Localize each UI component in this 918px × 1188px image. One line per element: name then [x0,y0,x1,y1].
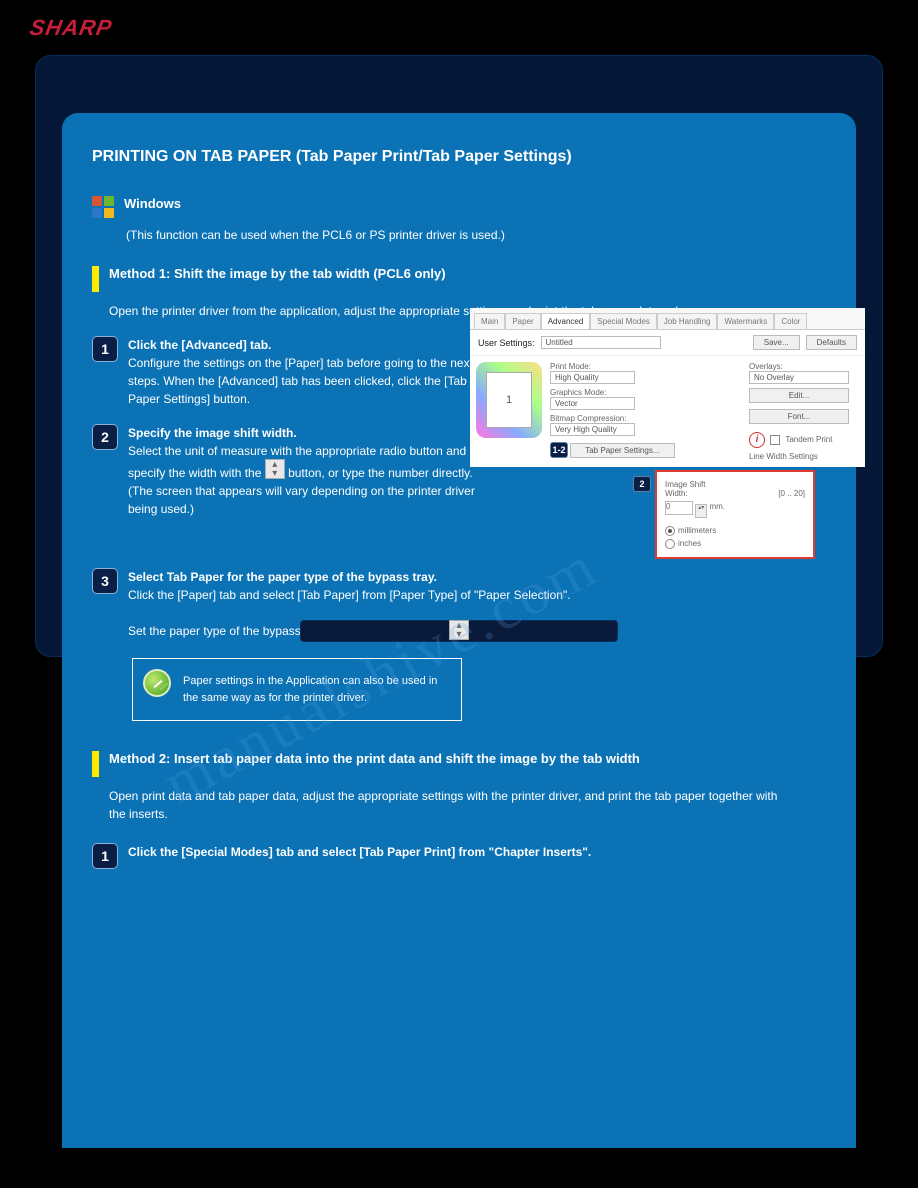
bitmap-label: Bitmap Compression: [550,414,741,423]
width-spinner[interactable]: ▴▾ [695,504,707,518]
linewidth-label: Line Width Settings [749,452,859,461]
spinner-icon: ▴▾ [265,459,285,479]
dialog-tabbar: Main Paper Advanced Special Modes Job Ha… [470,308,865,330]
popup-width-label: Width: [665,489,688,498]
windows-icon [92,196,116,220]
method1-heading: Method 1: Shift the image by the tab wid… [109,266,446,281]
page-nav-bar: ▴▾ [300,620,618,642]
page-updown-icon[interactable]: ▴▾ [449,620,469,640]
graphics-mode-label: Graphics Mode: [550,388,741,397]
method2-heading: Method 2: Insert tab paper data into the… [109,751,640,766]
tandem-label: Tandem Print [785,435,832,444]
step2-text: Specify the image shift width. Select th… [128,424,478,518]
page-title: PRINTING ON TAB PAPER (Tab Paper Print/T… [92,148,826,166]
save-button[interactable]: Save... [753,335,800,350]
user-settings-dropdown[interactable]: Untitled [541,336,661,349]
dialog-screenshot: Main Paper Advanced Special Modes Job Ha… [470,308,865,467]
popup-title: Image Shift [665,480,805,489]
step-number-1: 1 [92,336,118,362]
method2-marker [92,751,99,777]
dialog-right-col: Overlays: No Overlay Edit... Font... i T… [749,362,859,461]
tab-main[interactable]: Main [474,313,505,329]
graphics-mode-dropdown[interactable]: Vector [550,397,635,410]
print-mode-label: Print Mode: [550,362,741,371]
tip-icon [143,669,171,697]
windows-heading: Windows [124,196,181,211]
method1-marker [92,266,99,292]
overlays-label: Overlays: [749,362,859,371]
step-m2-1-text: Click the [Special Modes] tab and select… [128,843,591,861]
page-preview: 1 [476,362,542,438]
tandem-checkbox[interactable] [770,435,780,445]
popup-range: [0 .. 20] [778,489,805,498]
tab-watermarks[interactable]: Watermarks [717,313,774,329]
edit-button[interactable]: Edit... [749,388,849,403]
step1-text: Click the [Advanced] tab. Configure the … [128,336,478,408]
bitmap-dropdown[interactable]: Very High Quality [550,423,635,436]
tab-job-handling[interactable]: Job Handling [657,313,718,329]
windows-note: (This function can be used when the PCL6… [126,226,826,244]
defaults-button[interactable]: Defaults [806,335,857,350]
radio-mm-label: millimeters [678,526,716,535]
callout-1b: 1-2 [550,442,568,458]
step-number-3: 3 [92,568,118,594]
overlays-dropdown[interactable]: No Overlay [749,371,849,384]
tab-special-modes[interactable]: Special Modes [590,313,656,329]
tab-color[interactable]: Color [774,313,807,329]
dialog-mid-col: Print Mode: High Quality Graphics Mode: … [550,362,741,461]
user-settings-row: User Settings: Untitled Save... Defaults [470,330,865,356]
popup-unit: mm. [709,502,725,511]
user-settings-label: User Settings: [478,338,535,348]
radio-mm[interactable] [665,526,675,536]
method2-body: Open print data and tab paper data, adju… [109,787,789,823]
print-mode-dropdown[interactable]: High Quality [550,371,635,384]
font-button[interactable]: Font... [749,409,849,424]
callout-2: 2 [633,476,651,492]
dialog-body: 1 Print Mode: High Quality Graphics Mode… [470,356,865,467]
tab-paper-settings-button[interactable]: Tab Paper Settings... [570,443,674,458]
image-shift-popup: 2 Image Shift Width: [0 .. 20] 0 ▴▾ mm. … [655,470,815,559]
radio-in-label: inches [678,539,701,548]
info-icon: i [749,432,765,448]
brand-logo: SHARP [28,15,115,41]
preview-page-number: 1 [486,372,532,428]
width-input[interactable]: 0 [665,501,693,515]
tip-text: Paper settings in the Application can al… [183,675,437,704]
tip-box: Paper settings in the Application can al… [132,658,462,721]
tab-paper[interactable]: Paper [505,313,540,329]
radio-in[interactable] [665,539,675,549]
step-number-m2-1: 1 [92,843,118,869]
step-number-2: 2 [92,424,118,450]
tab-advanced[interactable]: Advanced [541,313,591,329]
